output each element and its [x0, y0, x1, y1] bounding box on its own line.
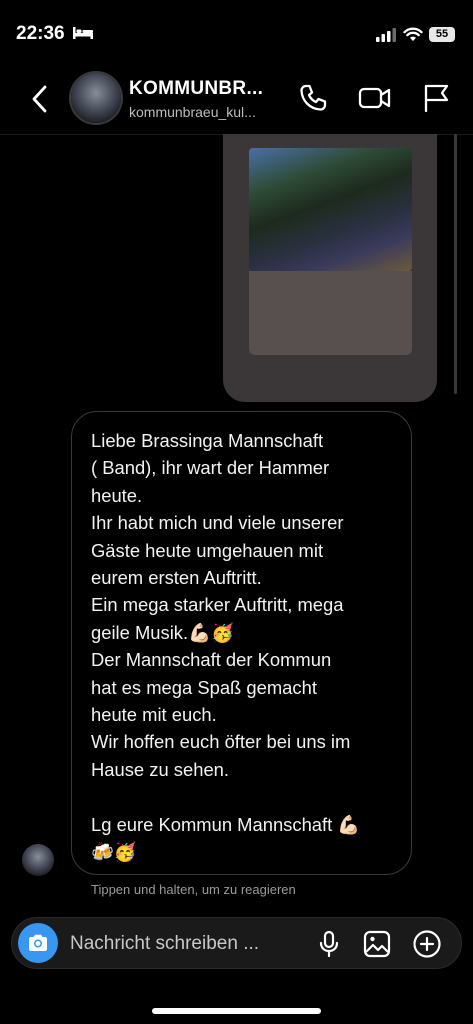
battery-icon: 55 [429, 27, 455, 42]
chat-title[interactable]: KOMMUNBR... [129, 78, 263, 100]
scrollbar[interactable] [454, 134, 457, 394]
microphone-icon[interactable] [314, 929, 344, 959]
status-bar: 22:36 55 [0, 0, 473, 64]
flag-icon[interactable] [421, 82, 453, 114]
bed-icon [73, 27, 93, 39]
cellular-signal-icon [376, 28, 396, 42]
back-chevron-icon[interactable] [28, 84, 52, 114]
message-composer [11, 917, 462, 969]
message-input[interactable] [70, 929, 300, 959]
phone-icon[interactable] [297, 82, 329, 114]
video-camera-icon[interactable] [358, 82, 391, 114]
received-message-text: Liebe Brassinga Mannschaft ( Band), ihr … [91, 430, 361, 863]
chat-header: KOMMUNBR... kommunbraeu_kul... [0, 64, 473, 135]
camera-icon [26, 931, 50, 955]
status-time: 22:36 [16, 23, 65, 44]
home-indicator[interactable] [152, 1008, 321, 1014]
reaction-hint: Tippen und halten, um zu reagieren [91, 882, 296, 897]
camera-button[interactable] [18, 923, 58, 963]
shared-photo-footer [249, 271, 412, 355]
gallery-icon[interactable] [362, 929, 392, 959]
received-message-bubble[interactable]: Liebe Brassinga Mannschaft ( Band), ihr … [71, 411, 412, 875]
plus-circle-icon[interactable] [412, 929, 442, 959]
shared-photo[interactable] [249, 148, 412, 271]
chat-username[interactable]: kommunbraeu_kul... [129, 104, 256, 120]
profile-avatar[interactable] [71, 73, 121, 123]
wifi-icon [403, 26, 423, 42]
sender-avatar[interactable] [22, 844, 54, 876]
